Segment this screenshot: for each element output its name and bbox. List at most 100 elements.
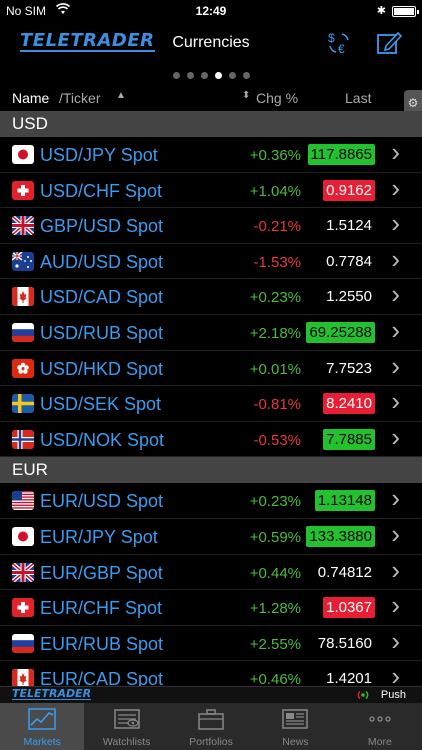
flag-au-icon: [12, 251, 34, 271]
teletrader-logo: TELETRADER: [20, 30, 155, 52]
list-item[interactable]: EUR/USD Spot +0.23% 1.13148 ›: [0, 483, 422, 519]
last-price: 0.9162: [323, 179, 375, 201]
chevron-right-icon[interactable]: ›: [391, 208, 400, 239]
teletrader-logo: TELETRADER: [12, 687, 92, 700]
chevron-right-icon[interactable]: ›: [391, 244, 400, 275]
chevron-right-icon[interactable]: ›: [391, 279, 400, 310]
change-percent: +0.23%: [249, 289, 301, 307]
push-label[interactable]: Push: [381, 689, 406, 701]
flag-ru-icon: [12, 322, 34, 342]
change-percent: +0.59%: [249, 528, 301, 546]
flag-ru-icon: [12, 633, 34, 653]
tab-markets[interactable]: Markets: [0, 703, 85, 750]
tab-portfolios[interactable]: Portfolios: [169, 703, 253, 750]
flag-se-icon: [12, 394, 34, 414]
name-column-header[interactable]: Name: [12, 90, 49, 106]
list-item[interactable]: USD/HKD Spot +0.01% 7.7523 ›: [0, 351, 422, 387]
chevron-right-icon[interactable]: ›: [391, 386, 400, 417]
change-percent: -0.53%: [253, 431, 301, 449]
section-header: EUR: [0, 457, 422, 484]
last-price: 0.74812: [317, 563, 372, 581]
status-bar: No SIM 12:49 ✱: [0, 0, 422, 22]
instrument-name: USD/JPY Spot: [40, 145, 158, 165]
instrument-name: USD/RUB Spot: [40, 322, 164, 343]
list-item[interactable]: EUR/GBP Spot +0.44% 0.74812 ›: [0, 555, 422, 591]
flag-gb-icon: [12, 216, 34, 236]
change-percent: +0.44%: [249, 564, 301, 582]
page-dot[interactable]: [200, 72, 208, 79]
flag-us-icon: [12, 491, 34, 511]
page-dot[interactable]: [242, 72, 250, 79]
sort-icon[interactable]: ⬍: [242, 90, 250, 101]
last-price: 78.5160: [317, 634, 372, 652]
currency-list: USD USD/JPY Spot +0.36% 117.8865 › USD/CHF Sp…: [0, 111, 422, 697]
tab-watchlists[interactable]: Watchlists: [84, 703, 168, 750]
svg-text:€: €: [338, 42, 345, 56]
sort-icon[interactable]: ▲︎: [116, 90, 126, 101]
list-item[interactable]: USD/SEK Spot -0.81% 8.2410 ›: [0, 386, 422, 422]
change-column-header[interactable]: Chg %: [256, 90, 298, 106]
currency-convert-icon[interactable]: $ €: [326, 30, 352, 56]
list-item[interactable]: USD/RUB Spot +2.18% 69.25288 ›: [0, 315, 422, 351]
list-item[interactable]: AUD/USD Spot -1.53% 0.7784 ›: [0, 244, 422, 280]
page-dot[interactable]: [214, 72, 222, 79]
chevron-right-icon[interactable]: ›: [391, 519, 400, 550]
clock: 12:49: [195, 4, 227, 18]
flag-ch-icon: [12, 598, 34, 618]
svg-text:$: $: [328, 31, 335, 45]
change-percent: +0.01%: [249, 360, 301, 378]
page-dot[interactable]: [172, 72, 180, 79]
list-item[interactable]: EUR/CHF Spot +1.28% 1.0367 ›: [0, 590, 422, 626]
tab-more[interactable]: More: [338, 703, 422, 750]
flag-jp-icon: [12, 526, 34, 546]
list-item[interactable]: EUR/JPY Spot +0.59% 133.3880 ›: [0, 519, 422, 555]
edit-icon[interactable]: [376, 30, 402, 56]
last-column-header[interactable]: Last: [345, 90, 371, 106]
last-price: 69.25288: [306, 321, 375, 343]
tab-bar: Markets Watchlists Portfolios News More: [0, 703, 422, 750]
chevron-right-icon[interactable]: ›: [391, 555, 400, 586]
instrument-name: EUR/GBP Spot: [40, 562, 163, 583]
list-item[interactable]: USD/NOK Spot -0.53% 7.7885 ›: [0, 422, 422, 458]
chevron-right-icon[interactable]: ›: [391, 173, 400, 204]
chevron-right-icon[interactable]: ›: [391, 137, 400, 168]
instrument-name: USD/CAD Spot: [40, 287, 164, 308]
flag-hk-icon: [12, 358, 34, 378]
page-indicator[interactable]: [0, 72, 422, 80]
last-price: 1.2550: [326, 288, 372, 306]
chevron-right-icon[interactable]: ›: [391, 351, 400, 382]
instrument-name: USD/CHF Spot: [40, 180, 163, 201]
list-item[interactable]: USD/CAD Spot +0.23% 1.2550 ›: [0, 279, 422, 315]
ticker-column-header[interactable]: /Ticker: [59, 90, 100, 106]
last-price: 133.3880: [306, 525, 375, 547]
column-header: Name /Ticker ▲︎ ⬍ Chg % Last: [0, 85, 422, 111]
tab-news[interactable]: News: [253, 703, 337, 750]
flag-ca-icon: [12, 287, 34, 307]
list-item[interactable]: USD/JPY Spot +0.36% 117.8865 ›: [0, 137, 422, 173]
page-dot[interactable]: [186, 72, 194, 79]
chevron-right-icon[interactable]: ›: [391, 626, 400, 657]
bluetooth-icon: ✱: [376, 5, 386, 17]
chevron-right-icon[interactable]: ›: [391, 422, 400, 453]
last-price: 7.7523: [326, 359, 372, 377]
last-price: 8.2410: [323, 393, 375, 415]
instrument-name: GBP/USD Spot: [40, 216, 164, 237]
tab-label: Portfolios: [189, 736, 233, 748]
change-percent: +2.55%: [249, 635, 301, 653]
instrument-name: USD/HKD Spot: [40, 358, 164, 379]
change-percent: -0.21%: [253, 218, 301, 236]
page-dot[interactable]: [228, 72, 236, 79]
chevron-right-icon[interactable]: ›: [391, 590, 400, 621]
list-item[interactable]: EUR/RUB Spot +2.55% 78.5160 ›: [0, 626, 422, 662]
instrument-name: EUR/USD Spot: [40, 491, 164, 512]
instrument-name: EUR/CHF Spot: [40, 598, 163, 619]
chevron-right-icon[interactable]: ›: [391, 483, 400, 514]
chevron-right-icon[interactable]: ›: [391, 315, 400, 346]
flag-jp-icon: [12, 145, 34, 164]
push-bar: TELETRADER Push: [0, 686, 422, 703]
tab-label: More: [367, 736, 392, 748]
change-percent: +1.28%: [249, 600, 301, 618]
list-item[interactable]: GBP/USD Spot -0.21% 1.5124 ›: [0, 208, 422, 244]
battery-icon: [392, 6, 419, 17]
list-item[interactable]: USD/CHF Spot +1.04% 0.9162 ›: [0, 173, 422, 209]
